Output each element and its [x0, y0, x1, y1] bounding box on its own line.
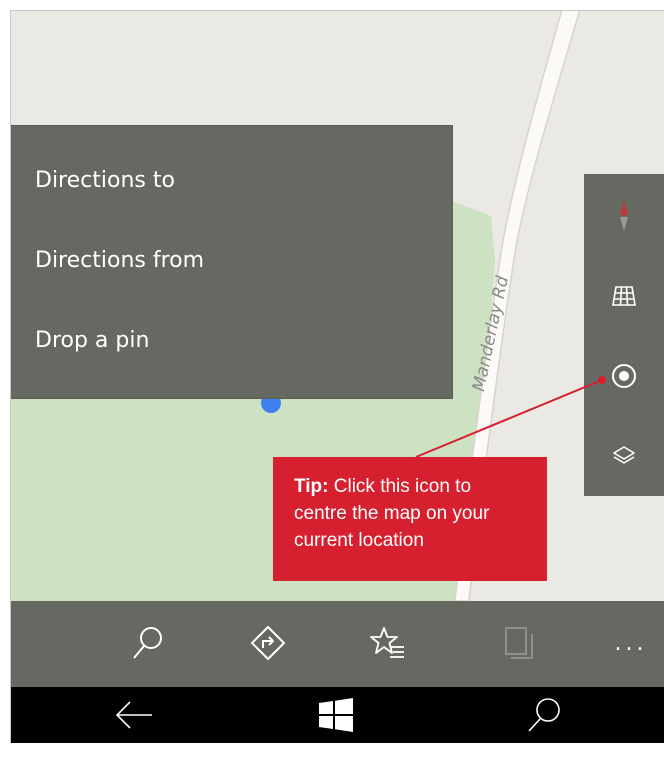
app-bar: ... [11, 601, 664, 687]
more-icon: ... [614, 630, 648, 656]
collections-button[interactable] [489, 613, 549, 673]
current-location-button[interactable] [584, 346, 664, 406]
search-icon [528, 698, 560, 732]
system-nav-bar [11, 687, 664, 743]
collections-icon [505, 627, 533, 659]
tip-prefix: Tip: [294, 476, 329, 497]
map-context-menu: Directions to Directions from Drop a pin [11, 126, 452, 398]
maps-app-window: Manderlay Rd Directions to Directions fr… [10, 10, 664, 743]
favorites-button[interactable] [358, 613, 418, 673]
map-view-button[interactable] [584, 266, 664, 326]
current-location-icon [612, 364, 636, 388]
windows-start-icon [319, 698, 353, 732]
layers-icon [613, 446, 635, 464]
directions-button[interactable] [238, 613, 298, 673]
compass-icon [620, 201, 628, 231]
map-controls-panel [584, 174, 664, 496]
more-button[interactable]: ... [601, 613, 661, 673]
favorites-icon [370, 627, 404, 658]
menu-item-drop-a-pin[interactable]: Drop a pin [35, 328, 149, 353]
directions-icon [251, 626, 285, 660]
map-grid-icon [612, 286, 636, 306]
back-button[interactable] [99, 687, 169, 743]
start-button[interactable] [301, 687, 371, 743]
tip-callout: Tip: Click this icon to centre the map o… [273, 457, 547, 581]
menu-item-directions-from[interactable]: Directions from [35, 248, 204, 273]
back-arrow-icon [115, 701, 152, 729]
menu-item-directions-to[interactable]: Directions to [35, 168, 175, 193]
system-search-button[interactable] [509, 687, 579, 743]
search-icon [133, 627, 162, 659]
layers-button[interactable] [584, 426, 664, 486]
search-button[interactable] [117, 613, 177, 673]
compass-button[interactable] [584, 186, 664, 246]
